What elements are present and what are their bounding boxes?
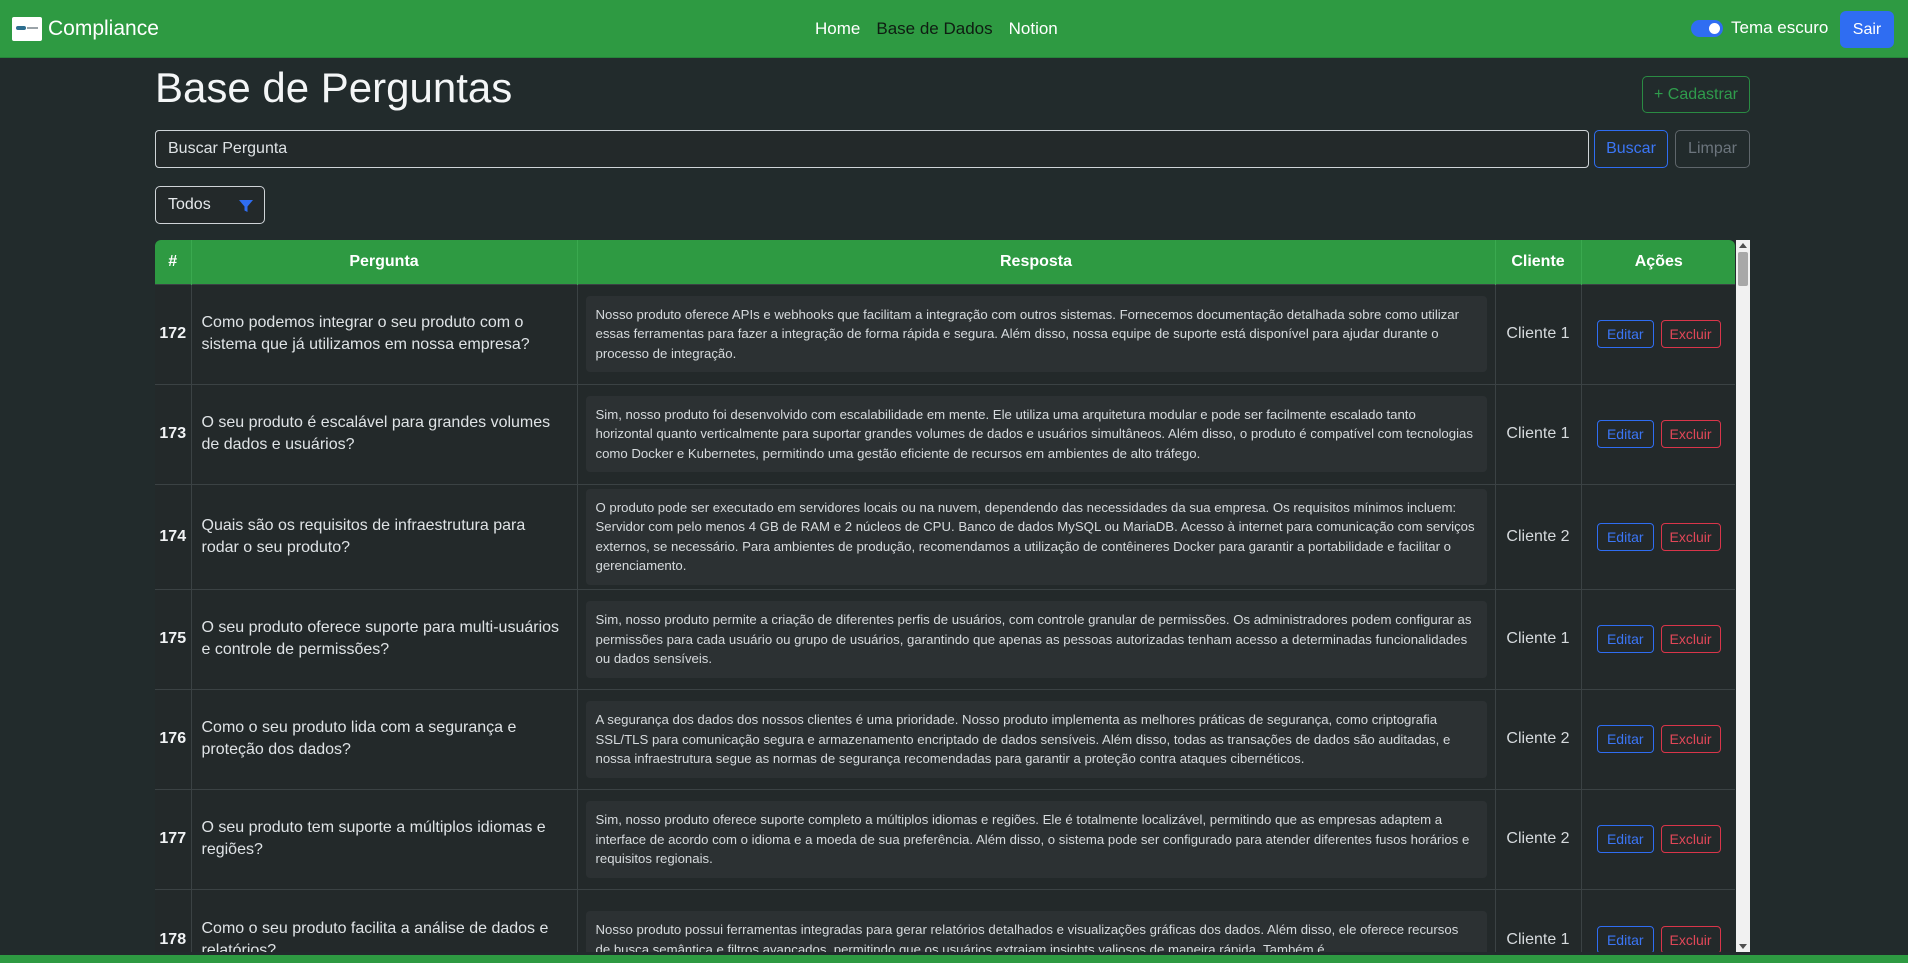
table-row: 177 O seu produto tem suporte a múltiplo…: [155, 788, 1735, 890]
scroll-up-arrow-icon[interactable]: [1739, 243, 1747, 248]
table-row: 178 Como o seu produto facilita a anális…: [155, 888, 1735, 952]
clear-button[interactable]: Limpar: [1675, 130, 1750, 168]
theme-toggle-label: Tema escuro: [1731, 18, 1829, 37]
row-id: 173: [155, 383, 192, 484]
row-actions: Editar Excluir: [1581, 588, 1735, 690]
footer-bar: [0, 955, 1908, 963]
brand[interactable]: Compliance: [12, 14, 159, 44]
nav-link-home[interactable]: Home: [815, 19, 860, 39]
row-answer-cell: Sim, nosso produto oferece suporte compl…: [577, 788, 1496, 890]
table-row: 173 O seu produto é escalável para grand…: [155, 383, 1735, 484]
nav-links: Home Base de Dados Notion: [815, 19, 1058, 39]
edit-button[interactable]: Editar: [1596, 825, 1654, 854]
delete-button[interactable]: Excluir: [1660, 522, 1721, 551]
row-question: Quais são os requisitos de infraestrutur…: [191, 483, 578, 590]
row-answer-cell: Sim, nosso produto permite a criação de …: [577, 588, 1496, 690]
row-actions: Editar Excluir: [1581, 483, 1735, 590]
header-cliente: Cliente: [1495, 240, 1582, 284]
row-id: 172: [155, 283, 192, 384]
scroll-down-arrow-icon[interactable]: [1739, 944, 1747, 949]
row-client: Cliente 1: [1495, 888, 1582, 952]
delete-button[interactable]: Excluir: [1660, 625, 1721, 654]
row-actions: Editar Excluir: [1581, 888, 1735, 952]
delete-button[interactable]: Excluir: [1660, 725, 1721, 754]
row-question: O seu produto oferece suporte para multi…: [191, 588, 578, 690]
filter-selected-value: Todos: [168, 196, 211, 213]
table-scrollbar[interactable]: [1736, 240, 1750, 952]
delete-button[interactable]: Excluir: [1660, 925, 1721, 952]
table-header-row: # Pergunta Resposta Cliente Ações: [155, 240, 1735, 284]
header-id: #: [155, 240, 192, 284]
scrollbar-thumb[interactable]: [1738, 252, 1748, 286]
row-id: 174: [155, 483, 192, 590]
search-button[interactable]: Buscar: [1594, 130, 1668, 168]
nav-link-notion[interactable]: Notion: [1009, 19, 1058, 39]
header-resposta: Resposta: [577, 240, 1496, 284]
row-answer-cell: Sim, nosso produto foi desenvolvido com …: [577, 383, 1496, 484]
row-question: Como o seu produto lida com a segurança …: [191, 688, 578, 790]
row-actions: Editar Excluir: [1581, 283, 1735, 384]
row-question: Como o seu produto facilita a análise de…: [191, 888, 578, 952]
row-id: 178: [155, 888, 192, 952]
row-answer-cell: Nosso produto oferece APIs e webhooks qu…: [577, 283, 1496, 384]
edit-button[interactable]: Editar: [1596, 420, 1654, 448]
edit-button[interactable]: Editar: [1596, 522, 1654, 551]
row-client: Cliente 1: [1495, 283, 1582, 384]
row-question: Como podemos integrar o seu produto com …: [191, 283, 578, 384]
page-title: Base de Perguntas: [155, 64, 513, 111]
search-input[interactable]: Buscar Pergunta: [155, 130, 1589, 168]
theme-switch[interactable]: [1691, 19, 1723, 37]
header-pergunta: Pergunta: [191, 240, 578, 284]
table-row: 172 Como podemos integrar o seu produto …: [155, 283, 1735, 384]
row-client: Cliente 1: [1495, 383, 1582, 484]
row-answer: Sim, nosso produto foi desenvolvido com …: [585, 395, 1487, 473]
brand-logo-icon: [12, 17, 42, 41]
table-row: 175 O seu produto oferece suporte para m…: [155, 588, 1735, 690]
row-answer-cell: Nosso produto possui ferramentas integra…: [577, 888, 1496, 952]
brand-name: Compliance: [48, 17, 159, 40]
table-row: 176 Como o seu produto lida com a segura…: [155, 688, 1735, 790]
row-id: 177: [155, 788, 192, 890]
row-actions: Editar Excluir: [1581, 688, 1735, 790]
questions-table-container: # Pergunta Resposta Cliente Ações 172 Co…: [155, 240, 1735, 952]
logout-button[interactable]: Sair: [1840, 11, 1894, 48]
row-answer: Nosso produto oferece APIs e webhooks qu…: [585, 295, 1487, 373]
row-answer: Nosso produto possui ferramentas integra…: [585, 911, 1487, 952]
row-id: 175: [155, 588, 192, 690]
edit-button[interactable]: Editar: [1596, 925, 1654, 952]
questions-table: # Pergunta Resposta Cliente Ações 172 Co…: [155, 240, 1735, 952]
row-question: O seu produto tem suporte a múltiplos id…: [191, 788, 578, 890]
row-answer: Sim, nosso produto permite a criação de …: [585, 600, 1487, 678]
add-question-button[interactable]: + Cadastrar: [1642, 76, 1750, 113]
theme-toggle[interactable]: Tema escuro: [1691, 18, 1828, 38]
client-filter-select[interactable]: Todos: [155, 186, 265, 224]
filter-icon[interactable]: [238, 198, 254, 214]
row-client: Cliente 2: [1495, 483, 1582, 590]
row-id: 176: [155, 688, 192, 790]
top-navbar: Compliance Home Base de Dados Notion Tem…: [0, 0, 1908, 58]
row-answer: Sim, nosso produto oferece suporte compl…: [585, 800, 1487, 878]
row-client: Cliente 2: [1495, 688, 1582, 790]
row-answer: A segurança dos dados dos nossos cliente…: [585, 700, 1487, 778]
delete-button[interactable]: Excluir: [1660, 825, 1721, 854]
row-answer-cell: O produto pode ser executado em servidor…: [577, 483, 1496, 590]
edit-button[interactable]: Editar: [1596, 320, 1654, 348]
row-client: Cliente 1: [1495, 588, 1582, 690]
row-answer: O produto pode ser executado em servidor…: [585, 488, 1487, 585]
header-acoes: Ações: [1581, 240, 1735, 284]
table-row: 174 Quais são os requisitos de infraestr…: [155, 483, 1735, 590]
edit-button[interactable]: Editar: [1596, 725, 1654, 754]
row-actions: Editar Excluir: [1581, 788, 1735, 890]
row-answer-cell: A segurança dos dados dos nossos cliente…: [577, 688, 1496, 790]
delete-button[interactable]: Excluir: [1660, 420, 1721, 448]
row-client: Cliente 2: [1495, 788, 1582, 890]
row-actions: Editar Excluir: [1581, 383, 1735, 484]
edit-button[interactable]: Editar: [1596, 625, 1654, 654]
delete-button[interactable]: Excluir: [1660, 320, 1721, 348]
row-question: O seu produto é escalável para grandes v…: [191, 383, 578, 484]
nav-link-base-de-dados[interactable]: Base de Dados: [876, 19, 992, 39]
